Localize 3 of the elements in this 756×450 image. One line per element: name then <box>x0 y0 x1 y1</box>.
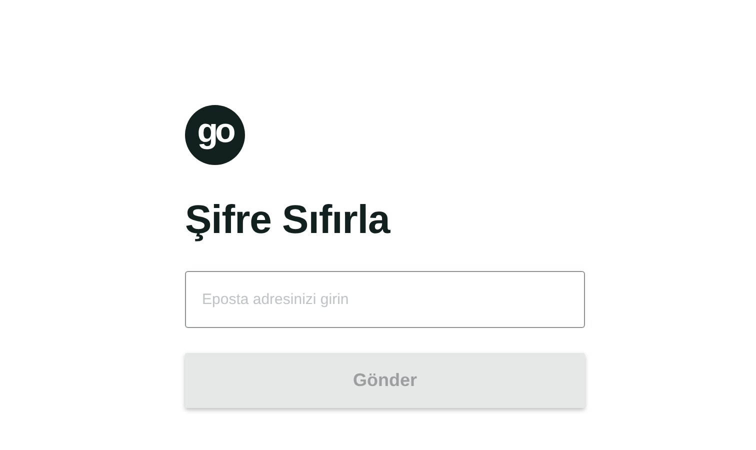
email-field[interactable]: Eposta adresinizi girin <box>185 271 585 328</box>
logo: go <box>185 105 245 165</box>
page-title: Şifre Sıfırla <box>185 197 390 244</box>
